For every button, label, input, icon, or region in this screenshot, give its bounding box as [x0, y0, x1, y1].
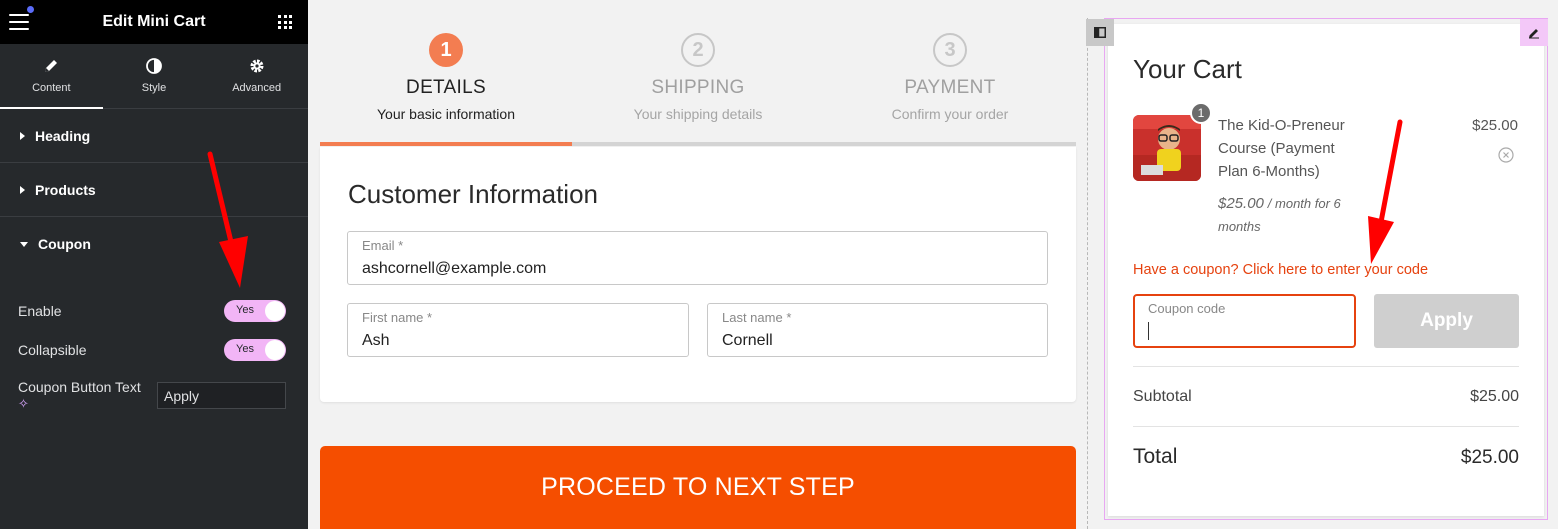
- section-products[interactable]: Products: [0, 163, 308, 217]
- column-guide-line: [1087, 18, 1088, 529]
- column-layout-icon: [1094, 27, 1106, 38]
- toggle-knob: [265, 340, 285, 360]
- coupon-button-text-label-text: Coupon Button Text: [18, 379, 141, 395]
- step-number: 3: [933, 33, 967, 67]
- step-payment[interactable]: 3 PAYMENT Confirm your order: [824, 28, 1076, 122]
- product-thumbnail: [1133, 115, 1201, 181]
- pencil-icon: [1529, 28, 1539, 38]
- step-title: PAYMENT: [904, 77, 996, 98]
- step-subtitle: Confirm your order: [891, 106, 1009, 122]
- gear-icon: [250, 59, 264, 73]
- column-handle[interactable]: [1086, 19, 1114, 46]
- tab-content-label: Content: [32, 82, 71, 94]
- enable-label: Enable: [18, 303, 62, 319]
- remove-item-icon[interactable]: [1498, 147, 1514, 163]
- email-value: ashcornell@example.com: [362, 260, 547, 277]
- cart-title: Your Cart: [1133, 54, 1242, 84]
- coupon-code-input[interactable]: Coupon code: [1133, 294, 1356, 348]
- editor-tabs: Content Style Advanced: [0, 44, 308, 109]
- divider: [1133, 366, 1519, 367]
- subtotal-label: Subtotal: [1133, 388, 1192, 405]
- customer-info-title: Customer Information: [348, 179, 598, 209]
- apply-coupon-button[interactable]: Apply: [1374, 294, 1519, 348]
- caret-down-icon: [20, 241, 28, 247]
- section-heading-label: Heading: [35, 127, 91, 144]
- product-name: The Kid-O-Preneur Course (Payment Plan 6…: [1218, 117, 1345, 180]
- editor-panel: Edit Mini Cart Content Style Advanced He…: [0, 0, 308, 529]
- first-name-value: Ash: [362, 332, 390, 349]
- divider: [1133, 426, 1519, 427]
- subtotal-value: $25.00: [1470, 388, 1519, 405]
- text-cursor: [1148, 322, 1149, 340]
- tab-advanced[interactable]: Advanced: [205, 44, 308, 108]
- annotation-arrow: [1368, 119, 1403, 264]
- tab-style[interactable]: Style: [103, 44, 206, 108]
- step-subtitle: Your shipping details: [633, 106, 763, 122]
- coupon-button-text-label: Coupon Button Text ✧: [18, 379, 157, 412]
- step-title: SHIPPING: [651, 77, 745, 98]
- annotation-arrow: [207, 151, 248, 288]
- tab-style-label: Style: [141, 82, 167, 94]
- mini-cart: Your Cart 1 The Kid-O-Preneur Course (Pa…: [1108, 24, 1544, 516]
- coupon-code-label: Coupon code: [1148, 301, 1226, 316]
- quantity-badge: 1: [1190, 102, 1212, 124]
- section-products-label: Products: [35, 181, 96, 198]
- total-value: $25.00: [1460, 447, 1519, 468]
- email-label: Email *: [362, 238, 404, 253]
- section-coupon[interactable]: Coupon: [0, 217, 308, 271]
- editor-header: Edit Mini Cart: [0, 0, 308, 44]
- section-coupon-label: Coupon: [38, 236, 91, 252]
- step-subtitle: Your basic information: [376, 106, 515, 122]
- coupon-button-text-input[interactable]: [157, 382, 286, 409]
- enable-toggle-label: Yes: [236, 304, 254, 316]
- control-enable: Enable Yes: [18, 300, 286, 322]
- collapsible-label: Collapsible: [18, 342, 87, 358]
- last-name-field[interactable]: Last name * Cornell: [707, 303, 1048, 357]
- control-coupon-button-text: Coupon Button Text ✧: [18, 379, 286, 412]
- first-name-field[interactable]: First name * Ash: [347, 303, 689, 357]
- proceed-next-step-button[interactable]: PROCEED TO NEXT STEP: [320, 446, 1076, 529]
- contrast-icon: [146, 58, 162, 74]
- enable-toggle[interactable]: Yes: [224, 300, 286, 322]
- tab-advanced-label: Advanced: [232, 82, 282, 94]
- tab-content[interactable]: Content: [0, 44, 103, 109]
- collapsible-toggle-label: Yes: [236, 343, 254, 355]
- toggle-knob: [265, 301, 285, 321]
- collapsible-toggle[interactable]: Yes: [224, 339, 286, 361]
- product-price: $25.00: [1472, 117, 1518, 134]
- widgets-grid-icon[interactable]: [278, 15, 292, 29]
- email-field[interactable]: Email * ashcornell@example.com: [347, 231, 1048, 285]
- step-details[interactable]: 1 DETAILS Your basic information: [320, 28, 572, 122]
- notification-dot: [27, 6, 34, 13]
- checkout-steps: 1 DETAILS Your basic information 2 SHIPP…: [320, 28, 1076, 146]
- total-label: Total: [1133, 445, 1178, 468]
- customer-info-card: Customer Information Email * ashcornell@…: [320, 147, 1076, 402]
- product-subscription: $25.00 / month for 6 months: [1218, 192, 1368, 238]
- pencil-icon: [45, 60, 58, 72]
- step-progress-fill: [320, 142, 572, 146]
- first-name-label: First name *: [362, 310, 433, 325]
- step-progress-bar: [320, 142, 1076, 146]
- caret-right-icon: [20, 185, 25, 194]
- control-collapsible: Collapsible Yes: [18, 339, 286, 361]
- step-number: 2: [681, 33, 715, 67]
- ai-sparkle-icon[interactable]: ✧: [18, 396, 29, 411]
- caret-right-icon: [20, 131, 25, 140]
- panel-title: Edit Mini Cart: [102, 13, 206, 30]
- edit-widget-handle[interactable]: [1520, 19, 1548, 46]
- step-title: DETAILS: [406, 77, 486, 98]
- subscription-price: $25.00: [1218, 195, 1264, 212]
- last-name-label: Last name *: [722, 310, 792, 325]
- step-shipping[interactable]: 2 SHIPPING Your shipping details: [572, 28, 824, 122]
- step-number: 1: [429, 33, 463, 67]
- last-name-value: Cornell: [722, 332, 773, 349]
- section-heading[interactable]: Heading: [0, 109, 308, 163]
